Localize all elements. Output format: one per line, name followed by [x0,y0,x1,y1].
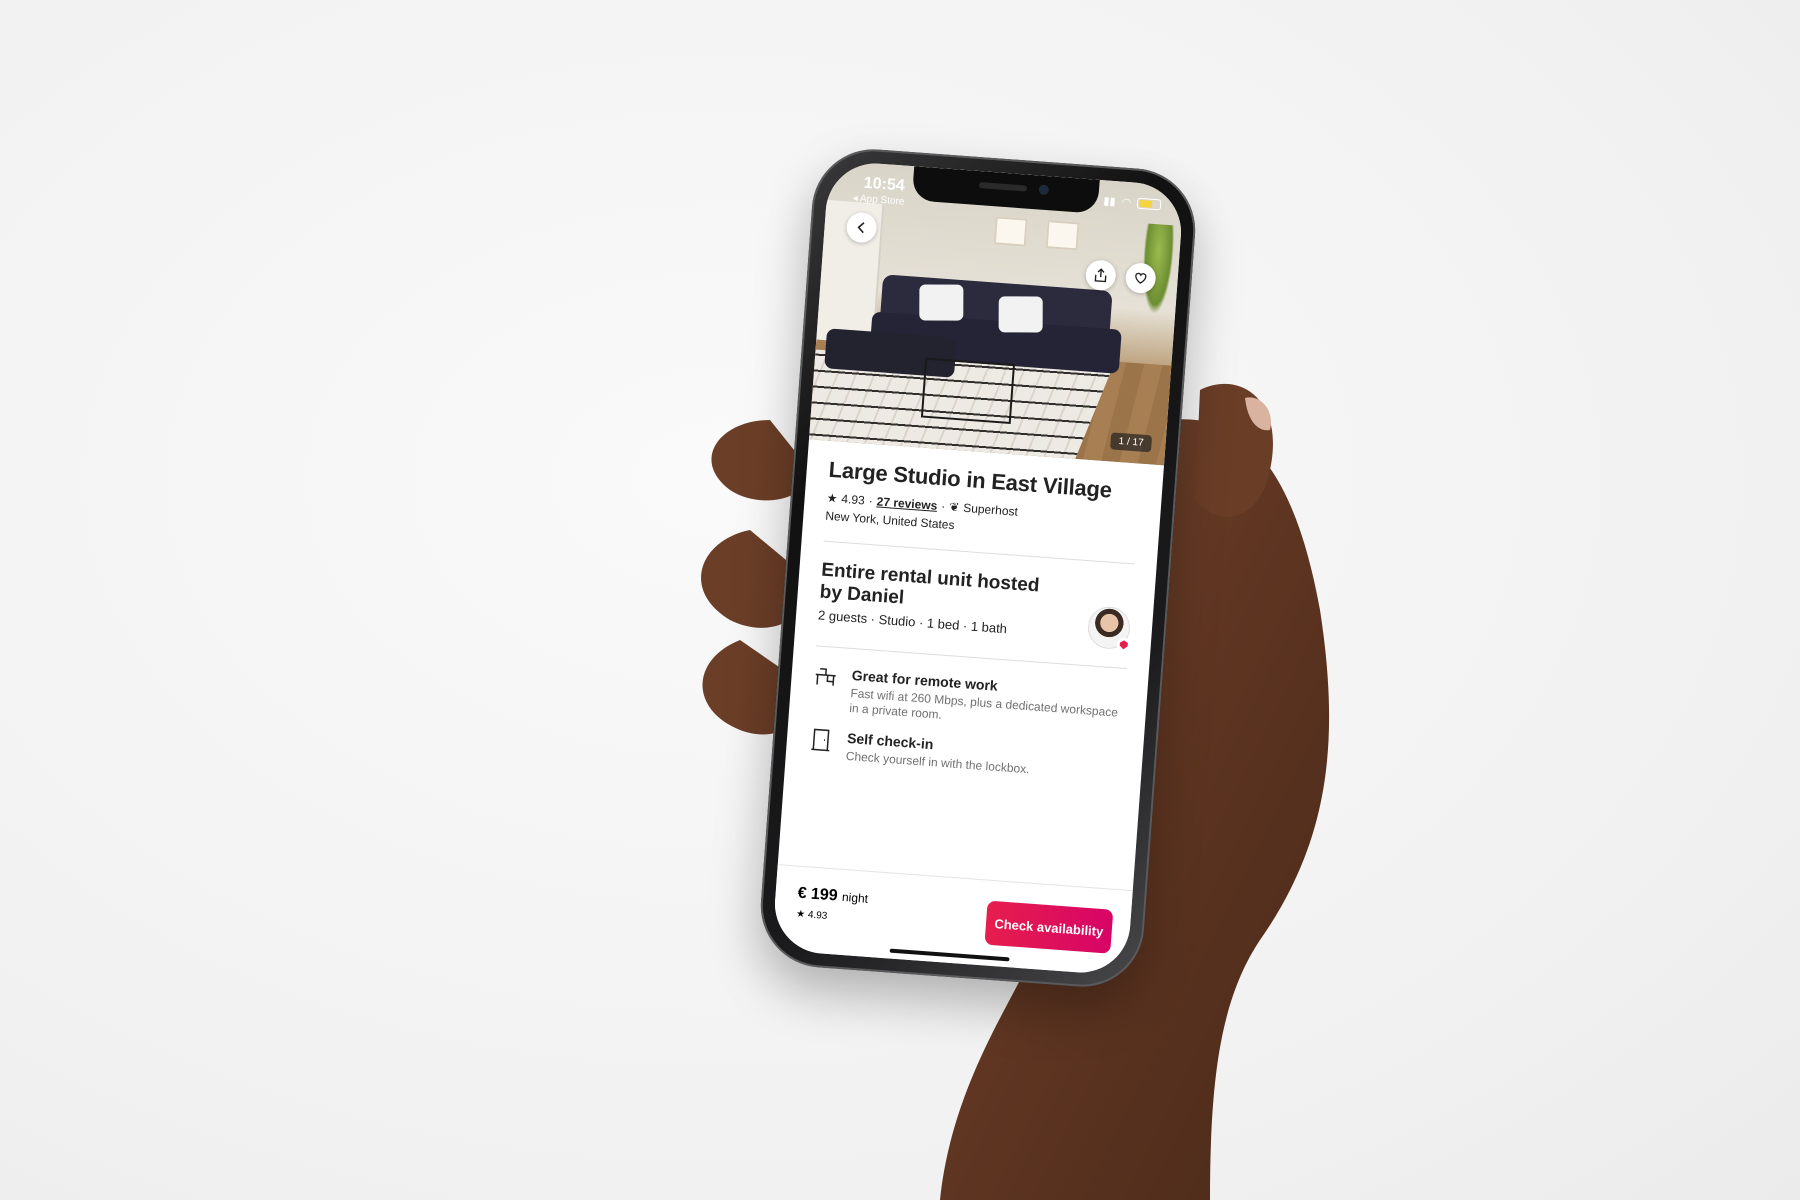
footer-rating-value: 4.93 [807,909,828,922]
photo-wall-art [1045,220,1080,251]
battery-icon [1136,197,1162,211]
star-icon: ★ [826,490,838,506]
feature-item: Great for remote work Fast wifi at 260 M… [811,664,1126,736]
phone-screen: 10:54 ◂ App Store ▮▮ ◠ 1 / 17 Large Stud… [771,160,1185,976]
host-section: Entire rental unit hosted by Daniel 2 gu… [817,560,1133,653]
star-icon: ★ [795,908,806,921]
footer-rating: ★ 4.93 [796,909,828,922]
photo-wall-art [993,216,1028,247]
listing-rating: 4.93 [840,491,866,508]
reviews-link[interactable]: 27 reviews [876,494,938,512]
listing-content: Large Studio in East Village ★ 4.93 · 27… [777,439,1164,896]
status-icons: ▮▮ ◠ [1103,194,1162,211]
wifi-icon: ◠ [1121,196,1132,210]
door-icon [811,728,830,752]
price: € 199 night [797,885,869,908]
feature-item: Self check-in Check yourself in with the… [807,727,1121,784]
superhost-icon: ❦ [948,499,960,515]
price-amount: € 199 [797,884,839,905]
photo-pillow [919,284,964,321]
superhost-badge-icon [1116,637,1132,653]
share-icon [1094,268,1107,283]
status-time: 10:54 [863,174,906,195]
host-avatar[interactable] [1086,605,1132,653]
superhost-label: Superhost [962,500,1019,519]
photo-counter: 1 / 17 [1110,432,1153,453]
phone-device: 10:54 ◂ App Store ▮▮ ◠ 1 / 17 Large Stud… [756,145,1200,991]
photo-pillow [998,296,1043,333]
desk-icon [815,667,836,686]
separator-dot: · [868,493,874,509]
share-button[interactable] [1084,259,1117,292]
price-unit: night [841,889,869,906]
home-indicator [889,948,1010,962]
divider [815,645,1128,670]
divider [823,540,1135,565]
signal-icon: ▮▮ [1103,195,1116,209]
check-availability-button[interactable]: Check availability [984,900,1114,954]
separator-dot: · [940,499,946,514]
photo-coffee-table [920,357,1016,425]
chevron-left-icon [857,222,865,234]
heart-icon [1135,272,1147,284]
